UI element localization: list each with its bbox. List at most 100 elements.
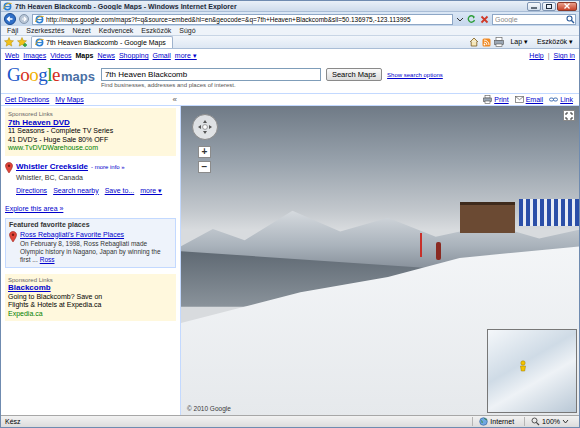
google-link[interactable]: Images xyxy=(23,52,46,59)
ad-title[interactable]: 7th Heaven DVD xyxy=(8,119,173,128)
toolbar-action[interactable]: Email xyxy=(515,95,544,104)
ad-url[interactable]: www.TvDVDWarehouse.com xyxy=(8,144,173,153)
fullscreen-button[interactable] xyxy=(563,110,575,121)
url-text: http://maps.google.com/maps?f=q&source=e… xyxy=(46,16,411,23)
menu-item[interactable]: Szerkesztés xyxy=(22,27,68,34)
dropdown-icon xyxy=(562,418,569,425)
pan-arrows-icon xyxy=(197,119,213,135)
menu-item[interactable]: Kedvencek xyxy=(95,27,138,34)
address-field[interactable]: http://maps.google.com/maps?f=q&source=e… xyxy=(32,14,453,25)
stop-icon[interactable] xyxy=(480,15,489,24)
google-link[interactable]: Shopping xyxy=(119,52,149,59)
tab-label: 7th Heaven Blackcomb - Google Maps xyxy=(46,39,166,46)
toolbar-action[interactable]: Link xyxy=(549,95,573,104)
email-icon xyxy=(515,95,524,104)
ie-icon xyxy=(35,38,44,47)
google-link[interactable]: Videos xyxy=(50,52,71,59)
search-form: 7th Heaven Blackcomb Search Maps Show sear… xyxy=(101,64,443,88)
google-maps-logo[interactable]: Googlemaps xyxy=(7,64,95,85)
toolbar-action-label: Link xyxy=(560,96,573,103)
ad-url[interactable]: Expedia.ca xyxy=(8,310,173,319)
toolbar-link[interactable]: Get Directions xyxy=(5,96,49,103)
result-action[interactable]: Directions xyxy=(16,186,47,195)
search-hint: Find businesses, addresses and places of… xyxy=(101,82,443,88)
status-text: Kész xyxy=(5,418,468,425)
refresh-icon[interactable] xyxy=(467,14,477,24)
featured-link[interactable]: Ross xyxy=(40,256,55,263)
search-input[interactable] xyxy=(493,15,566,24)
ie-icon xyxy=(3,2,12,11)
back-icon[interactable] xyxy=(4,13,16,25)
feed-icon[interactable] xyxy=(482,38,491,47)
overview-map[interactable] xyxy=(487,329,577,413)
zoom-in-button[interactable]: + xyxy=(198,146,211,158)
explore-link[interactable]: Explore this area » xyxy=(5,201,176,212)
close-button[interactable] xyxy=(557,2,577,11)
home-icon[interactable] xyxy=(469,37,479,47)
search-maps-button[interactable]: Search Maps xyxy=(326,68,382,81)
ad-line: 41 DVD's - Huge Sale 80% OFF xyxy=(8,136,173,145)
street-view[interactable]: +−© 2010 Google xyxy=(181,106,579,415)
google-nav: Web Images Videos MapsNews Shopping Gmail more… xyxy=(1,49,579,62)
result-actions: Directions Search nearby Save to... more ▾ xyxy=(16,183,162,195)
result-address: Whistler, BC, Canada xyxy=(16,173,162,182)
menu-bar: FájlSzerkesztésNézetKedvencekEszközökSúg… xyxy=(1,26,579,36)
minimize-button[interactable] xyxy=(527,2,541,11)
zoom-control: +− xyxy=(198,146,211,173)
search-result: Whistler Creekside- more info »Whistler,… xyxy=(5,162,176,195)
maps-search-field[interactable]: 7th Heaven Blackcomb xyxy=(101,68,321,81)
help-link[interactable]: Help xyxy=(529,52,543,59)
favorites-star-icon[interactable] xyxy=(4,37,14,47)
add-favorite-icon[interactable] xyxy=(17,37,28,47)
result-title[interactable]: Whistler Creekside xyxy=(16,162,88,171)
dropdown-icon[interactable] xyxy=(456,15,464,23)
menu-item[interactable]: Nézet xyxy=(68,27,94,34)
zoom-icon xyxy=(531,417,540,426)
result-action[interactable]: more ▾ xyxy=(140,186,162,195)
featured-places: Featured favorite placesRoss Rebagliati'… xyxy=(5,218,176,268)
menu-item[interactable]: Súgó xyxy=(175,27,199,34)
web-page: Web Images Videos MapsNews Shopping Gmail more… xyxy=(1,49,579,415)
sign-in-link[interactable]: Sign in xyxy=(554,52,575,59)
menu-item[interactable]: Eszközök xyxy=(137,27,175,34)
logo-text: Google xyxy=(7,65,60,85)
search-options-link[interactable]: Show search options xyxy=(387,72,443,78)
security-zone: Internet xyxy=(472,417,520,426)
forward-icon[interactable] xyxy=(19,14,29,24)
result-action[interactable]: Save to... xyxy=(105,186,135,195)
maps-toolbar: Get Directions My Maps « Print Email Link xyxy=(1,93,579,106)
result-action[interactable]: Search nearby xyxy=(53,186,99,195)
collapse-button[interactable]: « xyxy=(173,95,177,104)
google-link[interactable]: more ▾ xyxy=(175,52,197,60)
toolbar-link[interactable]: My Maps xyxy=(55,96,83,103)
more-info-link[interactable]: - more info » xyxy=(91,163,125,172)
address-bar: http://maps.google.com/maps?f=q&source=e… xyxy=(1,12,579,26)
google-link[interactable]: Maps xyxy=(76,52,94,59)
ad-line: Flights & Hotels at Expedia.ca xyxy=(8,301,173,310)
zoom-level[interactable]: 100% xyxy=(524,417,575,426)
map-pin-icon[interactable] xyxy=(9,231,17,243)
menu-item[interactable]: Fájl xyxy=(3,27,22,34)
zoom-out-button[interactable]: − xyxy=(198,161,211,173)
magnifier-icon[interactable] xyxy=(566,15,575,24)
window-buttons xyxy=(527,2,577,11)
command-button[interactable]: Eszközök ▾ xyxy=(534,38,576,46)
print-icon[interactable] xyxy=(494,37,504,47)
featured-title[interactable]: Ross Rebagliati's Favorite Places xyxy=(20,231,172,239)
navigation-control[interactable] xyxy=(192,114,218,140)
ad-title[interactable]: Blackcomb xyxy=(8,284,173,293)
tab-bar: 7th Heaven Blackcomb - Google Maps Lap ▾E… xyxy=(1,36,579,49)
window-title: 7th Heaven Blackcomb - Google Maps - Win… xyxy=(15,3,524,10)
browser-tab[interactable]: 7th Heaven Blackcomb - Google Maps xyxy=(31,36,173,48)
search-header: Googlemaps 7th Heaven Blackcomb Search Map… xyxy=(1,62,579,93)
toolbar-action-label: Print xyxy=(494,96,508,103)
google-link[interactable]: Web xyxy=(5,52,19,59)
link-icon xyxy=(549,95,558,104)
maximize-button[interactable] xyxy=(542,2,556,11)
toolbar-action[interactable]: Print xyxy=(483,95,508,104)
map-pin-icon[interactable] xyxy=(5,162,13,174)
command-button[interactable]: Lap ▾ xyxy=(507,38,531,46)
google-link[interactable]: News xyxy=(97,52,115,59)
google-link[interactable]: Gmail xyxy=(153,52,171,59)
logo-suffix: maps xyxy=(61,69,95,85)
